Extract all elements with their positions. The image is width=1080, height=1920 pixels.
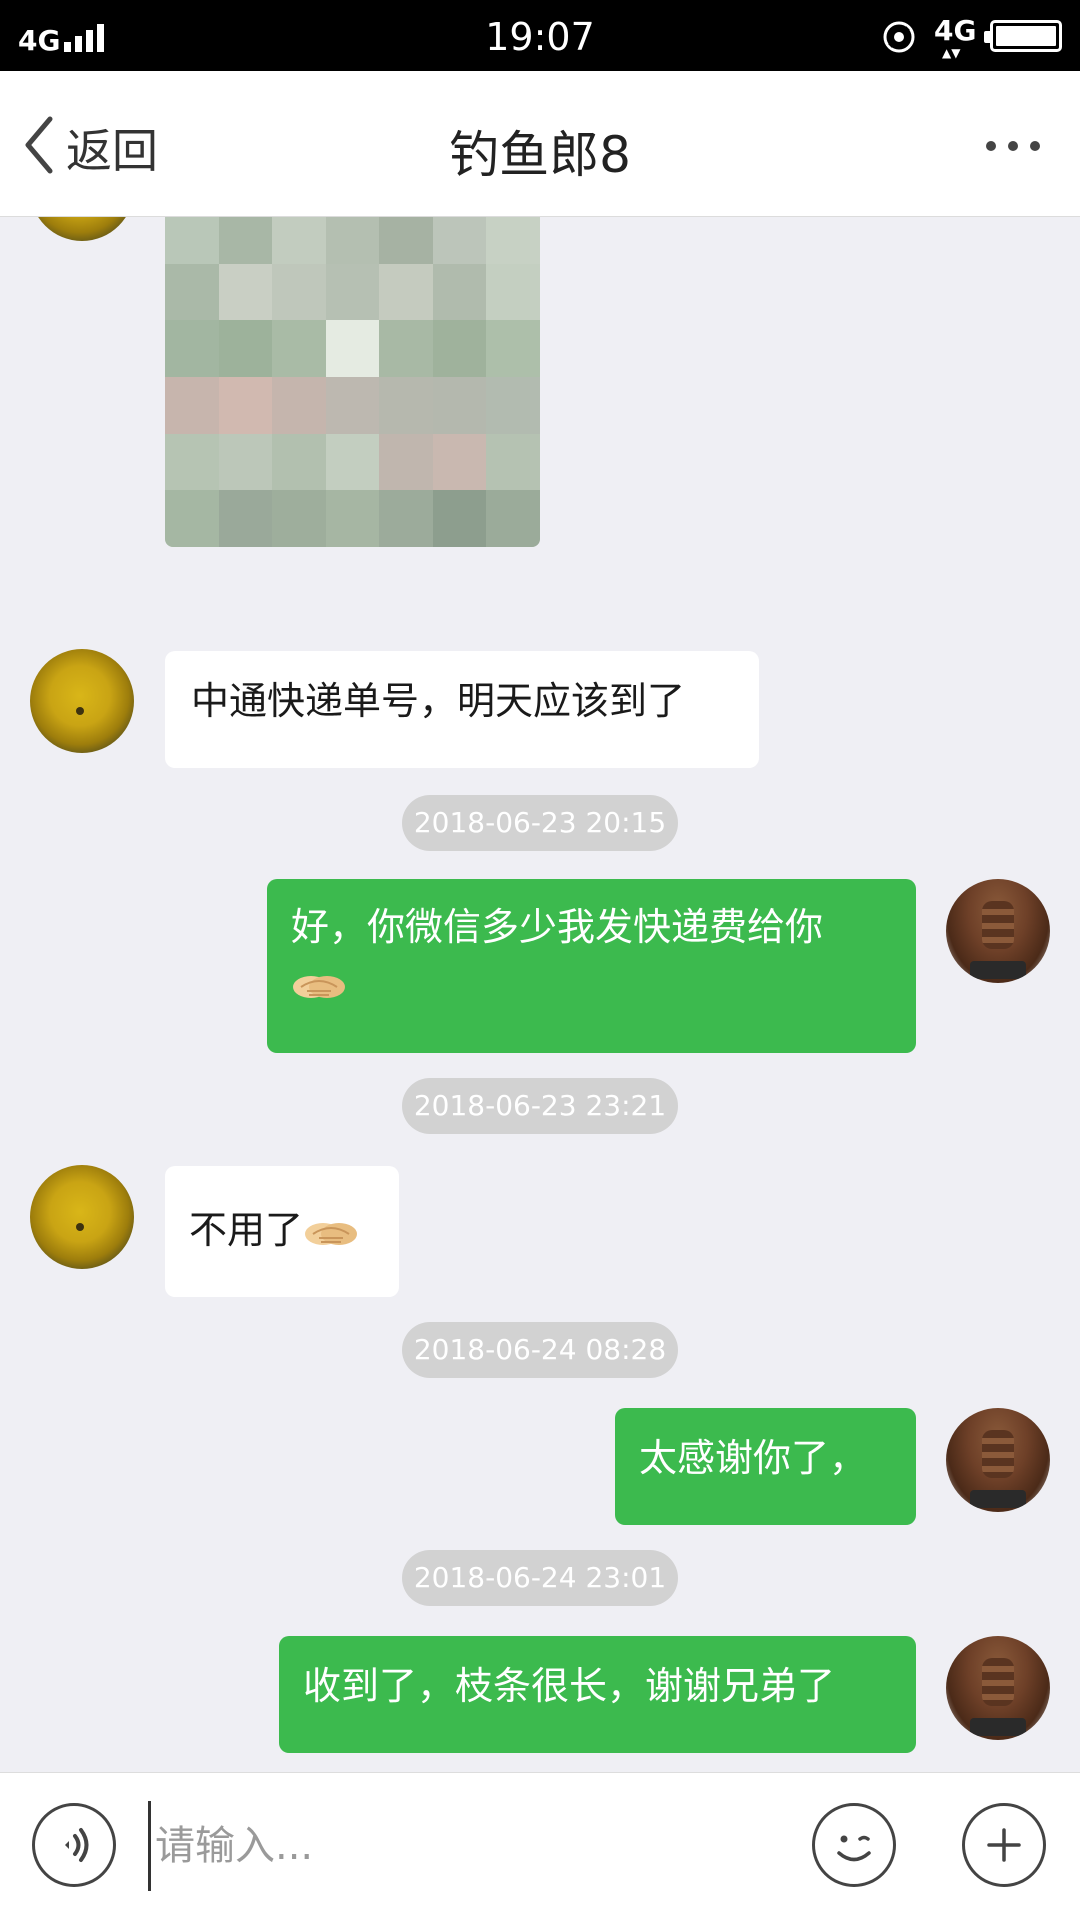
battery-icon	[984, 20, 1062, 52]
message-text: 好，你微信多少我发快递费给你	[291, 905, 824, 949]
chat-screen: 4G 19:07 4G ▲▼ 返回 钓鱼郎8 中通快递单号，明天应该到了 201…	[0, 0, 1080, 1920]
contact-avatar[interactable]	[30, 649, 134, 753]
nav-bar: 返回 钓鱼郎8	[0, 71, 1080, 217]
more-actions-button[interactable]	[962, 1803, 1046, 1887]
input-bar	[0, 1772, 1080, 1920]
message-list[interactable]: 中通快递单号，明天应该到了 2018-06-23 20:15 好，你微信多少我发…	[0, 217, 1080, 1772]
voice-icon	[65, 1828, 89, 1862]
my-avatar[interactable]	[946, 1636, 1050, 1740]
timestamp: 2018-06-23 20:15	[402, 795, 678, 851]
incoming-message[interactable]: 中通快递单号，明天应该到了	[165, 651, 759, 768]
emoji-button[interactable]	[812, 1803, 896, 1887]
data-activity-icon: ▲▼	[942, 46, 961, 60]
outgoing-message[interactable]: 收到了，枝条很长，谢谢兄弟了	[279, 1636, 916, 1753]
my-avatar[interactable]	[946, 1408, 1050, 1512]
message-input[interactable]	[148, 1801, 778, 1891]
pixelated-photo	[165, 217, 540, 547]
message-text: 中通快递单号，明天应该到了	[191, 679, 686, 723]
hotspot-icon	[883, 21, 915, 53]
my-avatar[interactable]	[946, 879, 1050, 983]
message-text: 不用了	[189, 1208, 304, 1252]
chat-title: 钓鱼郎8	[449, 126, 631, 184]
emoji-icon	[837, 1835, 871, 1862]
contact-avatar[interactable]	[30, 217, 134, 241]
message-text: 太感谢你了，	[639, 1436, 868, 1480]
more-button[interactable]	[978, 125, 1048, 165]
message-text: 收到了，枝条很长，谢谢兄弟了	[303, 1664, 836, 1708]
timestamp: 2018-06-24 08:28	[402, 1322, 678, 1378]
timestamp: 2018-06-23 23:21	[402, 1078, 678, 1134]
handshake-emoji	[305, 1222, 358, 1245]
status-bar: 4G 19:07 4G ▲▼	[0, 0, 1080, 71]
network-type-right: 4G	[934, 14, 977, 47]
outgoing-message[interactable]: 太感谢你了，	[615, 1408, 916, 1525]
more-icon	[986, 141, 996, 151]
incoming-message[interactable]: 不用了	[165, 1166, 399, 1297]
voice-button[interactable]	[32, 1803, 116, 1887]
status-time: 19:07	[485, 15, 595, 59]
handshake-emoji	[293, 975, 345, 998]
outgoing-message[interactable]: 好，你微信多少我发快递费给你	[267, 879, 916, 1053]
plus-icon	[987, 1828, 1021, 1862]
contact-avatar[interactable]	[30, 1165, 134, 1269]
image-message[interactable]	[165, 217, 540, 547]
timestamp: 2018-06-24 23:01	[402, 1550, 678, 1606]
